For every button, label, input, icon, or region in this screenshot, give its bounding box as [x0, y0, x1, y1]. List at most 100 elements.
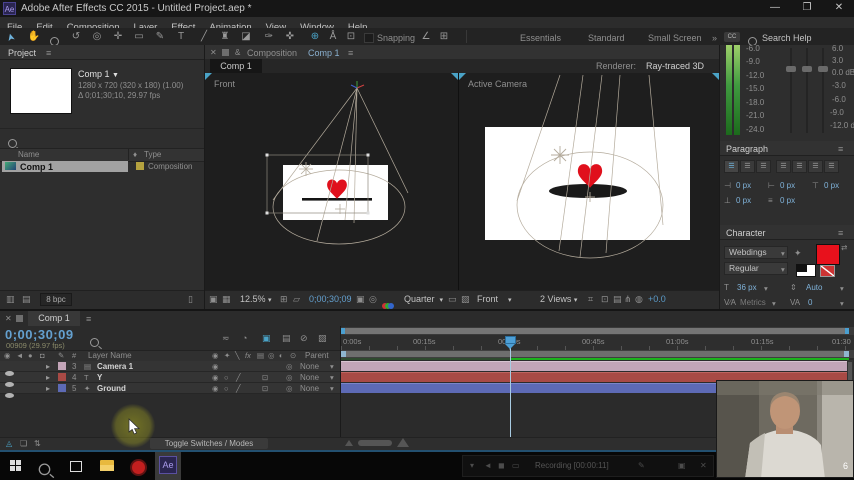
file-explorer-icon[interactable]: [100, 460, 114, 471]
first-line-indent-value[interactable]: 0 px: [824, 181, 839, 190]
comp-tab-close-icon[interactable]: ✕: [210, 48, 217, 57]
font-family-dropdown[interactable]: Webdings: [724, 246, 788, 259]
layer-3d-switch-icon[interactable]: ⊡: [262, 384, 268, 393]
type-tool-icon[interactable]: T: [173, 31, 189, 43]
axis-mode-local-icon[interactable]: ⊕: [307, 31, 323, 43]
motion-blur-icon[interactable]: ⊘: [300, 333, 308, 344]
character-panel-menu-icon[interactable]: ≡: [838, 228, 843, 238]
timeline-panel-menu-icon[interactable]: ≡: [86, 314, 91, 324]
audio-slider-knob[interactable]: [818, 66, 828, 72]
column-parent[interactable]: Parent: [305, 351, 329, 360]
camera-tool-icon[interactable]: ◎: [89, 31, 105, 43]
tab-project[interactable]: Project: [8, 48, 36, 58]
layer-switch-icon[interactable]: ◉: [212, 384, 219, 393]
comp-flowchart-icon[interactable]: ⋔: [624, 294, 632, 305]
recorder-draw-icon[interactable]: ✎: [638, 461, 645, 470]
show-snapshot-icon[interactable]: ◎: [369, 294, 377, 305]
layer-switch-icon[interactable]: ○: [224, 384, 229, 393]
region-of-interest-icon[interactable]: ▭: [448, 294, 457, 305]
layer-duration-bar-camera[interactable]: [341, 361, 849, 371]
parent-pickwhip-icon[interactable]: ◎: [286, 362, 293, 371]
layer-label-swatch[interactable]: [58, 362, 66, 370]
space-before-value[interactable]: 0 px: [736, 196, 751, 205]
puppet-pin-tool-icon[interactable]: ✜: [282, 31, 298, 43]
sync-settings-icon[interactable]: CC: [724, 32, 740, 42]
parent-dropdown[interactable]: None: [300, 373, 319, 382]
tab-composition-name[interactable]: Comp 1: [308, 48, 340, 58]
column-layer-name[interactable]: Layer Name: [88, 351, 132, 360]
graph-editor-icon[interactable]: ▨: [318, 333, 327, 344]
paragraph-panel-title[interactable]: Paragraph: [726, 144, 768, 154]
kerning-value[interactable]: Metrics: [740, 298, 766, 307]
workspace-overflow-icon[interactable]: »: [712, 33, 717, 43]
recorder-rewind-icon[interactable]: ◄: [484, 461, 492, 470]
pixel-aspect-icon[interactable]: ⌗: [588, 294, 593, 305]
layer-switch-icon[interactable]: ○: [224, 373, 229, 382]
timeline-zoom-slider[interactable]: [358, 440, 392, 446]
justify-all-button[interactable]: ☰: [824, 160, 839, 173]
layer-expand-arrow[interactable]: ▸: [46, 384, 50, 393]
resolution-dropdown[interactable]: Quarter ▾: [404, 294, 443, 304]
indent-right-value[interactable]: 0 px: [780, 181, 795, 190]
toggle-switches-modes-button[interactable]: Toggle Switches / Modes: [150, 438, 268, 449]
workspace-essentials[interactable]: Essentials: [520, 33, 561, 43]
view-dropdown[interactable]: Front ▾: [477, 294, 512, 304]
recorder-pause-icon[interactable]: ▭: [512, 461, 520, 470]
tracking-value[interactable]: 0: [808, 298, 812, 307]
audio-slider-track[interactable]: [822, 48, 824, 133]
eyedropper-icon[interactable]: ✦: [794, 248, 802, 259]
pan-behind-tool-icon[interactable]: ✛: [110, 31, 126, 43]
expand-in-icon[interactable]: ◬: [6, 439, 12, 448]
column-name[interactable]: Name: [18, 150, 39, 159]
panel-lock-icon[interactable]: &: [235, 48, 240, 57]
zoom-out-mountain-icon[interactable]: [345, 440, 353, 446]
hand-tool-icon[interactable]: ✋: [26, 31, 42, 43]
rotation-tool-icon[interactable]: ↺: [68, 31, 84, 43]
audio-slider-track[interactable]: [790, 48, 792, 133]
fast-previews-icon[interactable]: ⊡: [601, 294, 609, 305]
tab-composition-kind[interactable]: Composition: [247, 48, 297, 58]
after-effects-taskbar-icon[interactable]: Ae: [159, 456, 177, 474]
viewport-active-camera[interactable]: [459, 73, 719, 290]
taskbar-search-icon[interactable]: [38, 458, 51, 480]
work-area-end-handle[interactable]: [844, 351, 849, 357]
shape-tool-icon[interactable]: ▭: [131, 31, 147, 43]
frame-blending-icon[interactable]: ▤: [282, 333, 291, 344]
align-right-button[interactable]: ☰: [756, 160, 771, 173]
timeline-tab-close-icon[interactable]: ✕: [5, 314, 12, 323]
snapshot-icon[interactable]: ▣: [356, 294, 365, 305]
audio-slider-track[interactable]: [806, 48, 808, 133]
zoom-level-dropdown[interactable]: 12.5% ▾: [240, 294, 272, 304]
column-divider[interactable]: [128, 148, 129, 160]
time-navigator-thumb[interactable]: [343, 328, 849, 334]
font-size-value[interactable]: 36 px: [737, 283, 757, 292]
leading-value[interactable]: Auto: [806, 283, 822, 292]
timeline-button-icon[interactable]: ▤: [613, 294, 622, 305]
axis-mode-world-icon[interactable]: Å: [325, 31, 341, 43]
project-row-name[interactable]: Comp 1: [20, 162, 53, 172]
axis-mode-view-icon[interactable]: ⊡: [343, 31, 359, 43]
interpret-footage-icon[interactable]: ▥: [6, 294, 15, 305]
default-colors-swatch[interactable]: [796, 264, 816, 277]
parent-dropdown[interactable]: None: [300, 384, 319, 393]
brush-tool-icon[interactable]: ╱: [196, 31, 212, 43]
layer-switch-icon[interactable]: ◉: [212, 373, 219, 382]
start-button[interactable]: [10, 460, 21, 471]
mask-visibility-icon[interactable]: ▱: [293, 294, 300, 305]
new-folder-icon[interactable]: ▤: [22, 294, 31, 305]
space-after-value[interactable]: 0 px: [780, 196, 795, 205]
audio-slider-knob[interactable]: [786, 66, 796, 72]
justify-last-center-button[interactable]: ☰: [792, 160, 807, 173]
no-stroke-swatch[interactable]: [820, 265, 835, 277]
swap-fill-stroke-icon[interactable]: ⇄: [841, 243, 847, 252]
transfer-controls-icon[interactable]: ⇅: [34, 439, 41, 448]
transparency-grid-icon[interactable]: ▨: [461, 294, 470, 305]
justify-last-right-button[interactable]: ☰: [808, 160, 823, 173]
layer-3d-switch-icon[interactable]: ⊡: [262, 373, 268, 382]
recorder-close-icon[interactable]: ✕: [700, 461, 707, 470]
parent-pickwhip-icon[interactable]: ◎: [286, 384, 293, 393]
search-help-label[interactable]: Search Help: [762, 33, 812, 43]
layer-expand-arrow[interactable]: ▸: [46, 373, 50, 382]
audio-slider-knob[interactable]: [802, 66, 812, 72]
roto-brush-tool-icon[interactable]: ✑: [261, 31, 277, 43]
